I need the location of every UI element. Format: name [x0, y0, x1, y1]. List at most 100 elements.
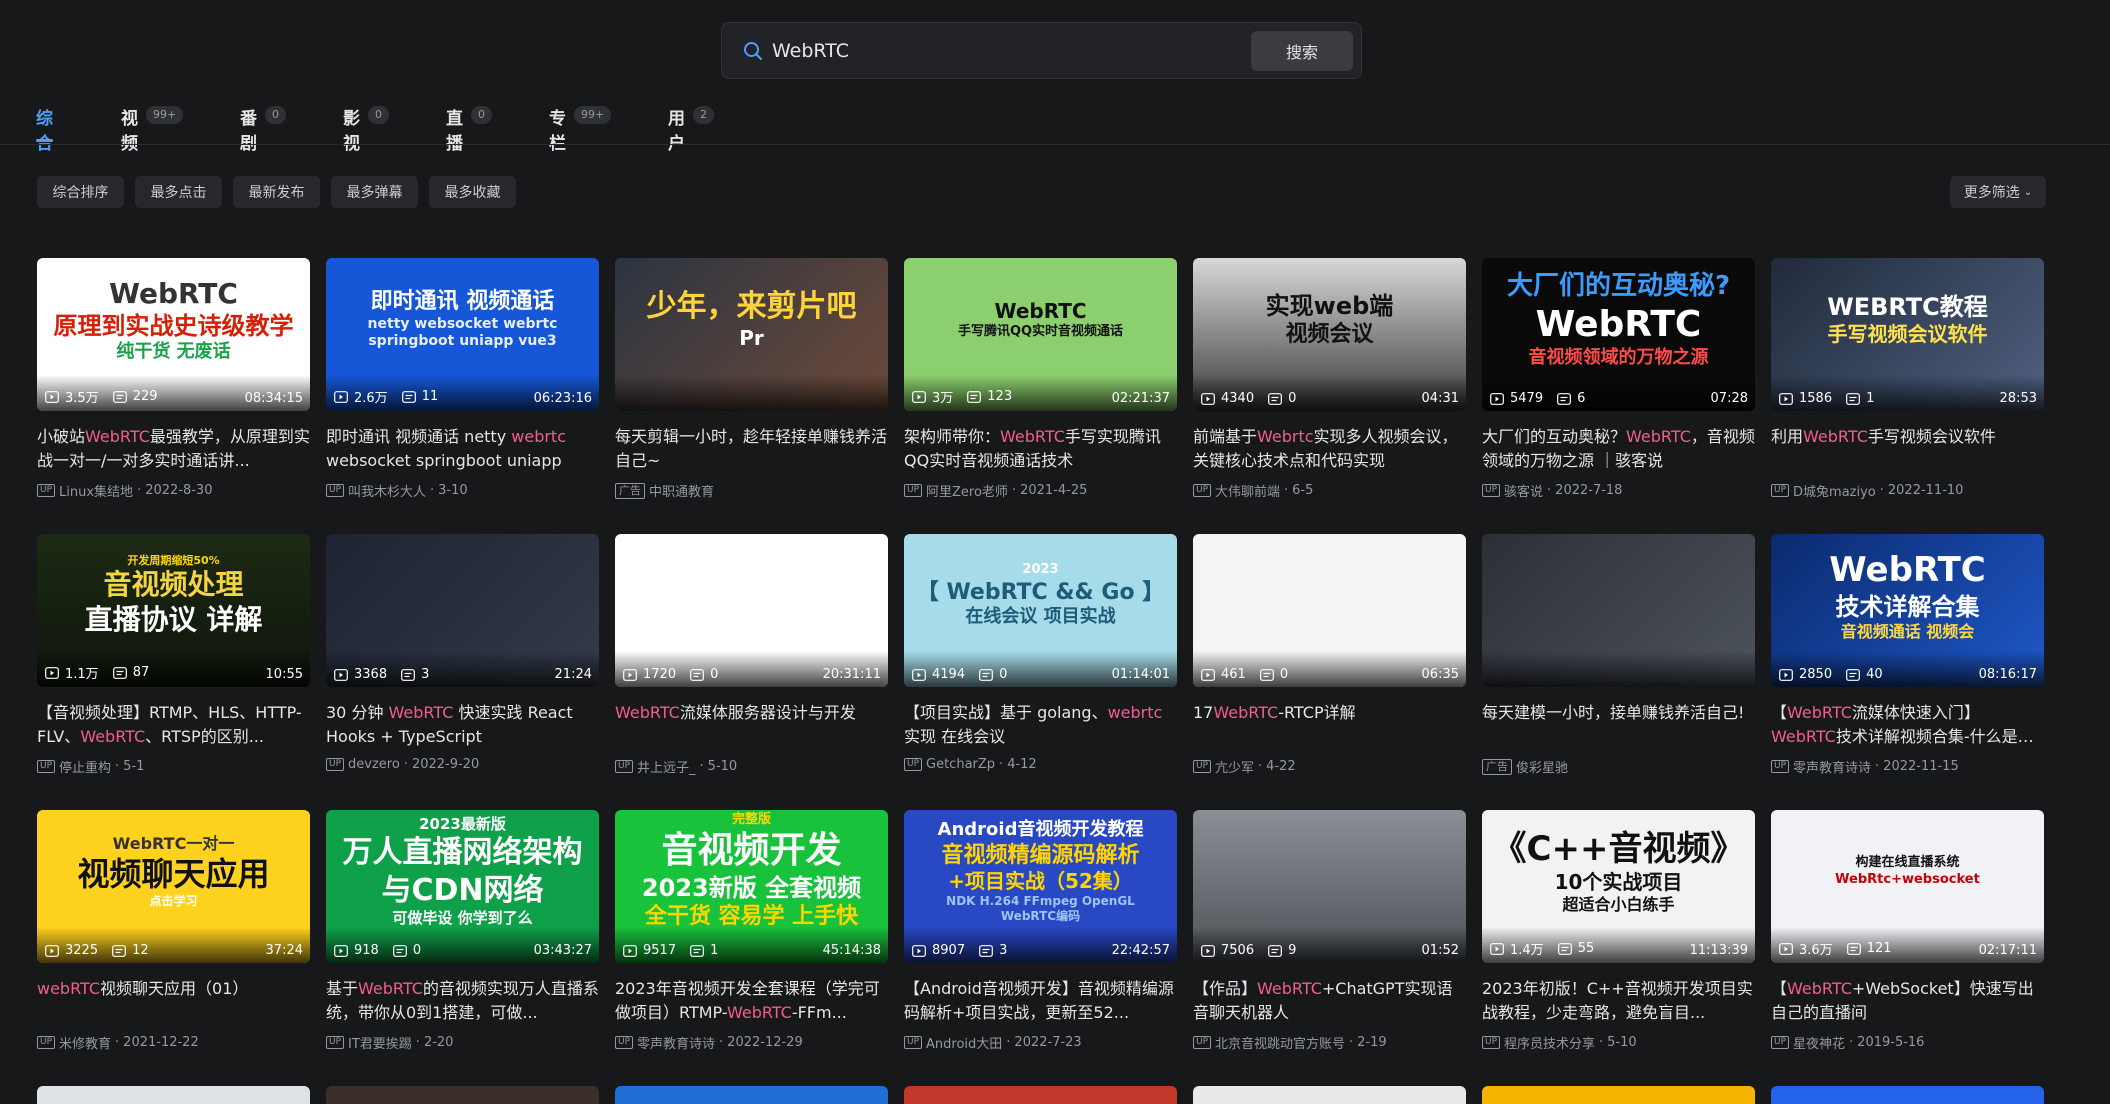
video-thumbnail[interactable]: 7506 9 01:52	[1193, 810, 1466, 963]
video-author[interactable]: 骇客说	[1504, 481, 1543, 500]
video-author[interactable]: D城兔maziyo	[1793, 481, 1876, 500]
video-card[interactable]: WebRTC 技术详解合集 音视频通话 视频会 2850 40 08:16:17 【WebR…	[1771, 534, 2044, 776]
video-card[interactable]: 少年，来剪片吧 Pr 每天剪辑一小时，趁年轻接单赚钱养活自己~ 广告 中职通教育	[615, 258, 888, 500]
video-card-partial[interactable]	[1771, 1086, 2044, 1104]
filter-default-sort[interactable]: 综合排序	[37, 176, 124, 208]
video-thumbnail[interactable]: WEBRTC教程 手写视频会议软件 1586 1 28:53	[1771, 258, 2044, 411]
video-title[interactable]: 前端基于Webrtc实现多人视频会议，关键核心技术点和代码实现	[1193, 425, 1466, 473]
video-thumbnail[interactable]: 构建在线直播系统 WebRtc+websocket 3.6万 121 02:17:11	[1771, 810, 2044, 963]
video-author[interactable]: GetcharZp	[926, 757, 995, 772]
video-author[interactable]: Android大田	[926, 1033, 1002, 1052]
video-card[interactable]: 大厂们的互动奥秘? WebRTC 音视频领域的万物之源 5479 6 07:28 大厂们的互…	[1482, 258, 1755, 500]
video-author[interactable]: 阿里Zero老师	[926, 481, 1008, 500]
video-card[interactable]: 2023最新版 万人直播网络架构 与CDN网络 可做毕设 你学到了么 918 0 03:43…	[326, 810, 599, 1052]
video-author[interactable]: 叫我木杉大人	[348, 481, 426, 500]
video-card[interactable]: 2023 【 WebRTC && Go 】在线会议 项目实战 4194 0 01:14:…	[904, 534, 1177, 772]
video-title[interactable]: 2023年初版！C++音视频开发项目实战教程，少走弯路，避免盲目...	[1482, 977, 1755, 1025]
video-thumbnail[interactable]: 完整版 音视频开发 2023新版 全套视频 全干货 容易学 上手快 9517 1 45:14…	[615, 810, 888, 963]
video-thumbnail[interactable]: 实现web端 视频会议 4340 0 04:31	[1193, 258, 1466, 411]
video-author[interactable]: Linux集结地	[59, 481, 133, 500]
video-thumbnail[interactable]	[1482, 534, 1755, 687]
video-title[interactable]: 【Android音视频开发】音视频精编源码解析+项目实战，更新至52...	[904, 977, 1177, 1025]
video-title[interactable]: WebRTC流媒体服务器设计与开发	[615, 701, 888, 749]
video-thumbnail[interactable]: 即时通讯 视频通话 netty websocket webrtc springbo…	[326, 258, 599, 411]
video-thumbnail[interactable]: 1720 0 20:31:11	[615, 534, 888, 687]
video-title[interactable]: 利用WebRTC手写视频会议软件	[1771, 425, 2044, 473]
tab-video[interactable]: 视频 99+	[121, 104, 184, 154]
video-author[interactable]: 米修教育	[59, 1033, 111, 1052]
video-thumbnail[interactable]: WebRTC 技术详解合集 音视频通话 视频会 2850 40 08:16:17	[1771, 534, 2044, 687]
filter-most-danmaku[interactable]: 最多弹幕	[331, 176, 418, 208]
video-thumbnail[interactable]: 《C++音视频》 10个实战项目 超适合小白练手 1.4万 55 11:13:39	[1482, 810, 1755, 963]
video-author[interactable]: 俊彩星驰	[1516, 757, 1568, 776]
video-card-partial[interactable]	[1482, 1086, 1755, 1104]
video-card[interactable]: 《C++音视频》 10个实战项目 超适合小白练手 1.4万 55 11:13:39 2023…	[1482, 810, 1755, 1052]
tab-user[interactable]: 用户 2	[668, 104, 714, 154]
video-author[interactable]: 北京音视跳动官方账号	[1215, 1033, 1345, 1052]
search-button[interactable]: 搜索	[1251, 31, 1353, 71]
video-title[interactable]: 30 分钟 WebRTC 快速实践 React Hooks + TypeScri…	[326, 701, 599, 749]
video-title[interactable]: 【作品】WebRTC+ChatGPT实现语音聊天机器人	[1193, 977, 1466, 1025]
video-card[interactable]: 每天建模一小时，接单赚钱养活自己! 广告 俊彩星驰	[1482, 534, 1755, 776]
video-card[interactable]: WebRTC 手写腾讯QQ实时音视频通话 3万 123 02:21:37 架构师带你：We…	[904, 258, 1177, 500]
video-card-partial[interactable]	[1193, 1086, 1466, 1104]
video-thumbnail[interactable]: WebRTC 原理到实战史诗级教学 纯干货 无废话 3.5万 229 08:34:15	[37, 258, 310, 411]
video-title[interactable]: 【音视频处理】RTMP、HLS、HTTP-FLV、WebRTC、RTSP的区别.…	[37, 701, 310, 749]
video-card[interactable]: 461 0 06:35 17WebRTC-RTCP详解 UP 亢少军 · 4-22	[1193, 534, 1466, 776]
video-thumbnail[interactable]: 461 0 06:35	[1193, 534, 1466, 687]
video-card[interactable]: WebRTC 原理到实战史诗级教学 纯干货 无废话 3.5万 229 08:34:15 小破…	[37, 258, 310, 500]
video-thumbnail[interactable]: WebRTC 手写腾讯QQ实时音视频通话 3万 123 02:21:37	[904, 258, 1177, 411]
tab-bangumi[interactable]: 番剧 0	[240, 104, 286, 154]
video-title[interactable]: 小破站WebRTC最强教学，从原理到实战一对一/一对多实时通话讲...	[37, 425, 310, 473]
video-title[interactable]: 2023年音视频开发全套课程（学完可做项目）RTMP-WebRTC-FFm...	[615, 977, 888, 1025]
video-thumbnail[interactable]: WebRTC一对一 视频聊天应用 点击学习 3225 12 37:24	[37, 810, 310, 963]
video-thumbnail[interactable]: Android音视频开发教程 音视频精编源码解析 +项目实战（52集） NDK H.2…	[904, 810, 1177, 963]
search-input[interactable]	[772, 33, 1272, 69]
video-card-partial[interactable]	[615, 1086, 888, 1104]
video-card[interactable]: 开发周期缩短50% 音视频处理 直播协议 详解 1.1万 87 10:55 【音视频处理】R…	[37, 534, 310, 776]
video-card[interactable]: 3368 3 21:24 30 分钟 WebRTC 快速实践 React Hooks …	[326, 534, 599, 772]
tab-all[interactable]: 综合	[36, 104, 53, 154]
video-title[interactable]: 17WebRTC-RTCP详解	[1193, 701, 1466, 749]
tab-article[interactable]: 专栏 99+	[549, 104, 612, 154]
video-card-partial[interactable]	[326, 1086, 599, 1104]
video-author[interactable]: 星夜神花	[1793, 1033, 1845, 1052]
video-card-partial[interactable]	[37, 1086, 310, 1104]
video-author[interactable]: devzero	[348, 757, 400, 772]
filter-newest[interactable]: 最新发布	[233, 176, 320, 208]
video-card-partial[interactable]	[904, 1086, 1177, 1104]
video-thumbnail[interactable]: 3368 3 21:24	[326, 534, 599, 687]
video-card[interactable]: Android音视频开发教程 音视频精编源码解析 +项目实战（52集） NDK H.2…	[904, 810, 1177, 1052]
video-author[interactable]: 停止重构	[59, 757, 111, 776]
video-thumbnail[interactable]: 2023 【 WebRTC && Go 】在线会议 项目实战 4194 0 01:14:…	[904, 534, 1177, 687]
filter-most-clicks[interactable]: 最多点击	[135, 176, 222, 208]
video-title[interactable]: 【WebRTC流媒体快速入门】WebRTC技术详解视频合集-什么是We...	[1771, 701, 2044, 749]
video-title[interactable]: 每天建模一小时，接单赚钱养活自己!	[1482, 701, 1755, 749]
video-title[interactable]: 基于WebRTC的音视频实现万人直播系统，带你从0到1搭建，可做...	[326, 977, 599, 1025]
video-title[interactable]: 即时通讯 视频通话 netty webrtc websocket springb…	[326, 425, 599, 473]
video-title[interactable]: webRTC视频聊天应用（01）	[37, 977, 310, 1025]
video-title[interactable]: 架构师带你：WebRTC手写实现腾讯QQ实时音视频通话技术	[904, 425, 1177, 473]
video-card[interactable]: WEBRTC教程 手写视频会议软件 1586 1 28:53 利用WebRTC手写视频会议…	[1771, 258, 2044, 500]
video-author[interactable]: 井上远子_	[637, 757, 696, 776]
video-thumbnail[interactable]: 少年，来剪片吧 Pr	[615, 258, 888, 411]
video-author[interactable]: 零声教育诗诗	[1793, 757, 1871, 776]
video-author[interactable]: 中职通教育	[649, 481, 714, 500]
video-author[interactable]: IT君要挨踢	[348, 1033, 412, 1052]
video-thumbnail[interactable]: 2023最新版 万人直播网络架构 与CDN网络 可做毕设 你学到了么 918 0 03:43…	[326, 810, 599, 963]
video-author[interactable]: 亢少军	[1215, 757, 1254, 776]
video-title[interactable]: 大厂们的互动奥秘？WebRTC，音视频领域的万物之源 ｜骇客说	[1482, 425, 1755, 473]
video-card[interactable]: 7506 9 01:52 【作品】WebRTC+ChatGPT实现语音聊天机器人 UP 北…	[1193, 810, 1466, 1052]
filter-most-favorites[interactable]: 最多收藏	[429, 176, 516, 208]
tab-film[interactable]: 影视 0	[343, 104, 389, 154]
video-thumbnail[interactable]: 开发周期缩短50% 音视频处理 直播协议 详解 1.1万 87 10:55	[37, 534, 310, 687]
video-title[interactable]: 【WebRTC+WebSocket】快速写出自己的直播间	[1771, 977, 2044, 1025]
video-card[interactable]: WebRTC一对一 视频聊天应用 点击学习 3225 12 37:24 webRTC视频聊天…	[37, 810, 310, 1052]
video-author[interactable]: 程序员技术分享	[1504, 1033, 1595, 1052]
video-title[interactable]: 每天剪辑一小时，趁年轻接单赚钱养活自己~	[615, 425, 888, 473]
video-title[interactable]: 【项目实战】基于 golang、webrtc 实现 在线会议	[904, 701, 1177, 749]
video-card[interactable]: 构建在线直播系统 WebRtc+websocket 3.6万 121 02:17:11 【…	[1771, 810, 2044, 1052]
video-author[interactable]: 零声教育诗诗	[637, 1033, 715, 1052]
video-author[interactable]: 大伟聊前端	[1215, 481, 1280, 500]
video-card[interactable]: 实现web端 视频会议 4340 0 04:31 前端基于Webrtc实现多人视频会议，关…	[1193, 258, 1466, 500]
